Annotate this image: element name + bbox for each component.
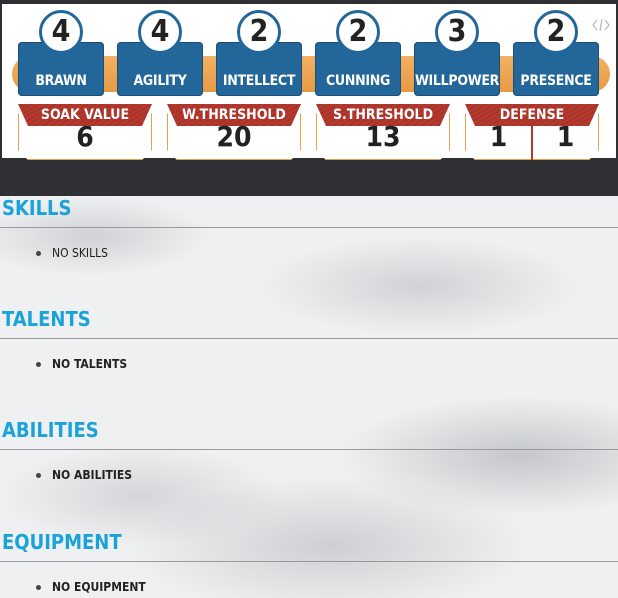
attribute-label: WILLPOWER [414,73,500,89]
attribute-value: 2 [348,14,368,49]
bullet-icon [36,473,41,478]
bullet-icon [36,251,41,256]
section-divider [0,449,618,450]
defense-ranged-value: 1 [489,120,508,153]
attribute-label: PRESENCE [520,73,592,89]
attribute-willpower: 3 WILLPOWER [414,10,500,96]
attribute-label: CUNNING [325,73,390,89]
derived-wound-threshold: W.THRESHOLD 20 [167,104,301,160]
attribute-label: INTELLECT [222,73,296,89]
bullet-icon [36,585,41,590]
header-bar: 4 BRAWN 4 AGILITY 2 INTELLECT 2 CUNNING … [0,0,618,196]
attribute-label: BRAWN [35,73,87,89]
attribute-brawn: 4 BRAWN [18,10,104,96]
attribute-label: AGILITY [133,73,187,89]
list-item: NO TALENTS [52,357,128,371]
derived-value: 6 [76,120,94,153]
attribute-value: 4 [150,14,170,49]
list-item: NO EQUIPMENT [52,580,146,594]
list-item: NO SKILLS [52,246,108,260]
stat-panel: 4 BRAWN 4 AGILITY 2 INTELLECT 2 CUNNING … [2,4,616,160]
list-item: NO ABILITIES [52,468,132,482]
section-title: TALENTS [2,307,91,331]
derived-value: 20 [216,120,252,153]
section-divider [0,227,618,228]
attribute-value: 2 [249,14,269,49]
derived-soak: SOAK VALUE 6 [18,104,152,160]
derived-strain-threshold: S.THRESHOLD 13 [316,104,450,160]
attribute-value: 4 [51,14,71,49]
section-divider [0,338,618,339]
bullet-icon [36,362,41,367]
attribute-presence: 2 PRESENCE [513,10,599,96]
derived-value: 13 [365,120,401,153]
section-divider [0,561,618,562]
section-title: ABILITIES [2,418,99,442]
attribute-agility: 4 AGILITY [117,10,203,96]
attribute-value: 2 [546,14,566,49]
attribute-value: 3 [447,14,467,49]
section-title: SKILLS [2,196,72,220]
attribute-cunning: 2 CUNNING [315,10,401,96]
section-title: EQUIPMENT [2,530,122,554]
derived-defense: DEFENSE 1 1 [465,104,599,160]
attribute-intellect: 2 INTELLECT [216,10,302,96]
defense-melee-value: 1 [556,120,575,153]
